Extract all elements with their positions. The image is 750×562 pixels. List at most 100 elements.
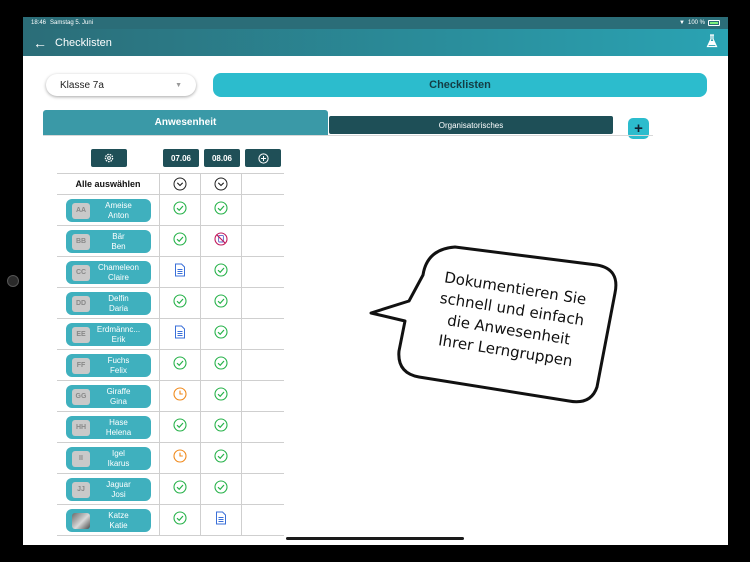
check-circle-icon: [214, 262, 228, 282]
student-chip[interactable]: HH Hase Helena: [66, 416, 151, 439]
student-last-name: Helena: [105, 427, 132, 437]
avatar: FF: [72, 357, 90, 374]
student-chip[interactable]: JJ Jaguar Josi: [66, 478, 151, 501]
attendance-cell[interactable]: [160, 505, 200, 535]
attendance-cell[interactable]: [201, 381, 241, 411]
avatar: BB: [72, 233, 90, 250]
student-row: DD Delfin Daria: [57, 288, 284, 319]
check-circle-icon: [214, 386, 228, 406]
check-circle-icon: [214, 324, 228, 344]
avatar: DD: [72, 295, 90, 312]
student-chip[interactable]: Katze Katie: [66, 509, 151, 532]
attendance-cell[interactable]: [160, 257, 200, 287]
attendance-cell[interactable]: [160, 226, 200, 256]
select-all-toggle[interactable]: [160, 174, 200, 194]
avatar: GG: [72, 388, 90, 405]
attendance-cell[interactable]: [201, 505, 241, 535]
chevron-down-icon: ▼: [175, 81, 182, 89]
student-row: FF Fuchs Felix: [57, 350, 284, 381]
student-last-name: Erik: [111, 334, 126, 344]
select-all-toggle[interactable]: [201, 174, 241, 194]
student-row: JJ Jaguar Josi: [57, 474, 284, 505]
attendance-cell[interactable]: [201, 443, 241, 473]
student-first-name: Bär: [112, 231, 125, 241]
student-chip[interactable]: II Igel Ikarus: [66, 447, 151, 470]
add-date-button[interactable]: [245, 149, 281, 167]
check-circle-icon: [173, 479, 187, 499]
attendance-cell[interactable]: [160, 319, 200, 349]
app-screen: 18:46 Samstag 5. Juni ▼ 100 % ← Checklis…: [23, 17, 728, 545]
check-circle-icon: [173, 293, 187, 313]
student-name: Jaguar Josi: [90, 480, 151, 500]
student-first-name: Hase: [109, 417, 128, 427]
attendance-cell[interactable]: [160, 474, 200, 504]
tab-organisatorisches[interactable]: Organisatorisches: [329, 116, 613, 134]
check-circle-icon: [214, 479, 228, 499]
student-row: II Igel Ikarus: [57, 443, 284, 474]
check-circle-icon: [173, 231, 187, 251]
student-first-name: Jaguar: [106, 479, 131, 489]
attendance-cell[interactable]: [201, 257, 241, 287]
student-chip[interactable]: EE Erdmännc... Erik: [66, 323, 151, 346]
attendance-cell[interactable]: [201, 288, 241, 318]
check-circle-icon: [173, 417, 187, 437]
check-circle-icon: [173, 355, 187, 375]
attendance-cell[interactable]: [160, 195, 200, 225]
student-last-name: Felix: [110, 365, 127, 375]
document-icon: [215, 511, 227, 530]
attendance-cell[interactable]: [201, 412, 241, 442]
avatar: CC: [72, 264, 90, 281]
tab-anwesenheit[interactable]: Anwesenheit: [43, 110, 328, 135]
attendance-cell[interactable]: [160, 443, 200, 473]
check-circle-icon: [173, 510, 187, 530]
settings-button[interactable]: [91, 149, 127, 167]
student-first-name: Katze: [108, 510, 129, 520]
attendance-cell[interactable]: [201, 195, 241, 225]
class-select[interactable]: Klasse 7a ▼: [46, 74, 196, 96]
select-all-label: Alle auswählen: [75, 179, 141, 189]
attendance-cell[interactable]: [160, 412, 200, 442]
attendance-cell[interactable]: [201, 226, 241, 256]
student-name: Chameleon Claire: [90, 263, 151, 283]
student-chip[interactable]: BB Bär Ben: [66, 230, 151, 253]
student-last-name: Josi: [111, 489, 126, 499]
student-last-name: Katie: [109, 520, 128, 530]
student-name: Bär Ben: [90, 232, 151, 252]
attendance-cell[interactable]: [160, 350, 200, 380]
attendance-cell[interactable]: [201, 350, 241, 380]
device-frame: 18:46 Samstag 5. Juni ▼ 100 % ← Checklis…: [0, 0, 750, 562]
date-column-2[interactable]: 08.06: [204, 149, 240, 167]
gear-icon: [104, 153, 114, 163]
attendance-cell[interactable]: [160, 381, 200, 411]
check-circle-icon: [214, 355, 228, 375]
student-chip[interactable]: DD Delfin Daria: [66, 292, 151, 315]
wifi-icon: ▼: [679, 20, 685, 26]
chevron-down-circle-icon: [214, 177, 228, 191]
document-icon: [174, 263, 186, 282]
battery-label: 100 %: [687, 20, 705, 26]
avatar: [72, 512, 90, 529]
flask-icon[interactable]: [706, 34, 718, 51]
check-circle-icon: [214, 293, 228, 313]
student-last-name: Ikarus: [107, 458, 130, 468]
student-name: Hase Helena: [90, 418, 151, 438]
date-column-1[interactable]: 07.06: [163, 149, 199, 167]
avatar: JJ: [72, 481, 90, 498]
avatar: II: [72, 450, 90, 467]
attendance-cell[interactable]: [201, 319, 241, 349]
student-chip[interactable]: GG Giraffe Gina: [66, 385, 151, 408]
student-chip[interactable]: AA Ameise Anton: [66, 199, 151, 222]
student-last-name: Ben: [111, 241, 126, 251]
attendance-cell[interactable]: [160, 288, 200, 318]
student-chip[interactable]: FF Fuchs Felix: [66, 354, 151, 377]
clock-icon: [173, 386, 187, 406]
student-first-name: Giraffe: [106, 386, 131, 396]
check-circle-icon: [214, 200, 228, 220]
student-first-name: Delfin: [108, 293, 129, 303]
arrow-left-icon[interactable]: ←: [33, 35, 47, 51]
attendance-cell[interactable]: [201, 474, 241, 504]
student-row: AA Ameise Anton: [57, 195, 284, 226]
checklists-button[interactable]: Checklisten: [213, 73, 707, 97]
student-chip[interactable]: CC Chameleon Claire: [66, 261, 151, 284]
page-title: Checklisten: [55, 36, 112, 49]
